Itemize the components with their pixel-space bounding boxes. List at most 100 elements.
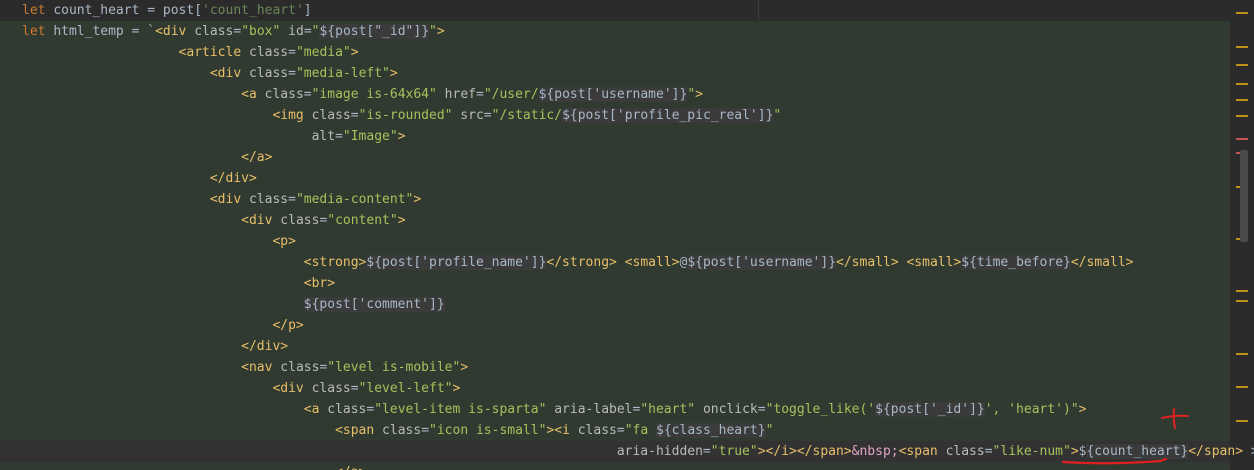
code-token: aria-hidden: [616, 444, 703, 459]
code-token: <div: [209, 192, 249, 207]
code-token: class: [945, 444, 985, 459]
code-token: [: [194, 3, 203, 18]
code-token: </div>: [209, 171, 257, 186]
code-token: class: [194, 24, 234, 39]
code-token: id: [280, 24, 304, 39]
scrollbar-thumb[interactable]: [1240, 150, 1248, 242]
code-token: "/user/: [483, 87, 539, 102]
code-line[interactable]: <br>: [0, 273, 1230, 294]
code-token: >: [436, 24, 445, 39]
code-token: ${post['comment']}: [303, 297, 445, 312]
code-line-text: </div>: [22, 170, 257, 187]
code-editor[interactable]: let count_heart = post['count_heart'] let…: [0, 0, 1254, 470]
code-token: class: [327, 402, 367, 417]
code-token: >: [413, 192, 422, 207]
code-line[interactable]: <nav class="level is-mobile">: [0, 357, 1230, 378]
code-line[interactable]: <img class="is-rounded" src="/static/${p…: [0, 105, 1230, 126]
code-token: ${time_before}: [961, 255, 1071, 270]
code-line[interactable]: let html_temp = `<div class="box" id="${…: [0, 21, 1230, 42]
code-line-text: <a class = "level-item is-sparta" aria-lab…: [22, 401, 1086, 418]
code-token: aria-label: [546, 402, 633, 417]
code-token: >: [350, 45, 359, 60]
stripe-marker[interactable]: [1236, 386, 1248, 388]
code-token: <article: [178, 45, 249, 60]
code-line[interactable]: </a>: [0, 147, 1230, 168]
code-token: >: [389, 66, 398, 81]
stripe-marker[interactable]: [1236, 83, 1248, 85]
code-line-text: <p>: [22, 233, 295, 250]
code-token: >: [460, 360, 469, 375]
code-line[interactable]: </div>: [0, 168, 1230, 189]
code-token: ${post['_id']}: [875, 402, 985, 417]
code-line[interactable]: <a class = "level-item is-sparta" aria-lab…: [0, 399, 1230, 420]
code-token: >: [452, 381, 461, 396]
code-token: ${post['username']}: [687, 255, 837, 270]
stripe-marker[interactable]: [1236, 99, 1248, 101]
code-token: <span: [898, 444, 946, 459]
code-line[interactable]: <p>: [0, 231, 1230, 252]
code-token: <span: [335, 423, 383, 438]
stripe-marker[interactable]: [1236, 353, 1248, 355]
stripe-marker[interactable]: [1236, 46, 1248, 48]
code-line-text: <span class="icon is-small"><i class="fa…: [22, 422, 773, 439]
code-line-text: <br>: [22, 275, 335, 292]
code-token: =: [288, 45, 296, 60]
code-token: ${post["_id"]}: [319, 24, 430, 39]
code-line[interactable]: <div class="media-left">: [0, 63, 1230, 84]
code-token: class: [264, 87, 304, 102]
code-token: =: [421, 423, 430, 438]
code-token: =: [483, 108, 492, 123]
code-token: <strong>: [303, 255, 367, 270]
code-line[interactable]: <div class="media-content">: [0, 189, 1230, 210]
code-token: "level-item is-sparta": [374, 402, 547, 417]
code-token: "media-left": [295, 66, 390, 81]
code-token: href: [436, 87, 476, 102]
code-line[interactable]: let count_heart = post['count_heart']: [0, 0, 1230, 21]
code-line[interactable]: ${post['comment']}: [0, 294, 1230, 315]
code-line[interactable]: </p>: [0, 315, 1230, 336]
code-line[interactable]: <div class="content">: [0, 210, 1230, 231]
code-line[interactable]: <div class="level-left">: [0, 378, 1230, 399]
code-token: class: [248, 192, 289, 207]
code-token: ${post['profile_name']}: [366, 255, 547, 270]
code-line[interactable]: </a>: [0, 462, 1230, 470]
stripe-marker[interactable]: [1236, 64, 1248, 66]
code-token: count_heart: [53, 3, 140, 18]
stripe-marker[interactable]: [1236, 420, 1248, 422]
stripe-marker[interactable]: [1236, 115, 1248, 117]
code-token: "Image": [342, 129, 398, 144]
code-token: ": [429, 24, 437, 39]
code-line[interactable]: <a class="image is-64x64" href="/user/${…: [0, 84, 1230, 105]
code-token: >: [397, 129, 406, 144]
stripe-marker[interactable]: [1236, 12, 1248, 14]
code-line[interactable]: </div>: [0, 336, 1230, 357]
code-line-text: <a class="image is-64x64" href="/user/${…: [22, 86, 703, 103]
code-line[interactable]: aria-hidden="true"></i></span>&nbsp;<spa…: [0, 441, 1254, 462]
code-line-text: <nav class="level is-mobile">: [22, 359, 468, 376]
code-token: "level is-mobile": [327, 360, 461, 375]
code-line[interactable]: alt="Image">: [0, 126, 1230, 147]
code-token: =: [288, 192, 296, 207]
code-line-text: </a>: [22, 464, 366, 470]
code-line[interactable]: <span class="icon is-small"><i class="fa…: [0, 420, 1230, 441]
stripe-marker[interactable]: [1236, 290, 1248, 292]
stripe-marker[interactable]: [1236, 300, 1248, 302]
code-token: =: [335, 129, 343, 144]
code-token: "level-left": [358, 381, 453, 396]
code-token: </div>: [241, 339, 289, 354]
stripe-marker[interactable]: [1236, 138, 1248, 140]
code-line-text: <div class="media-left">: [22, 65, 398, 82]
code-line[interactable]: <strong>${post['profile_name']}</strong>…: [0, 252, 1230, 273]
code-token: ": [765, 423, 774, 438]
code-line[interactable]: <article class="media">: [0, 42, 1230, 63]
